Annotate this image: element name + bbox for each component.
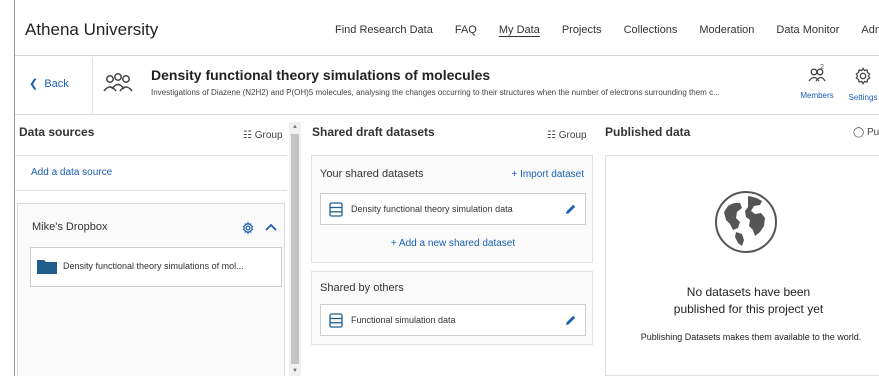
dataset-row[interactable]: Functional simulation data <box>320 304 586 336</box>
divider <box>15 190 287 191</box>
divider <box>15 155 287 156</box>
back-link[interactable]: ❮ Back <box>29 77 69 90</box>
nav-collections[interactable]: Collections <box>624 24 678 36</box>
gear-icon <box>855 67 871 85</box>
source-item[interactable]: Density functional theory simulations of… <box>30 247 282 287</box>
publish-visibility-filter[interactable]: ◯ Publi <box>853 127 879 138</box>
your-shared-datasets-title: Your shared datasets <box>320 168 424 180</box>
app-frame: Athena University Find Research Data FAQ… <box>14 0 879 376</box>
nav-my-data[interactable]: My Data <box>499 24 540 36</box>
shared-by-others-title: Shared by others <box>320 282 404 294</box>
members-button[interactable]: 2 Members <box>797 64 837 100</box>
group-icon: ☷ <box>547 130 556 141</box>
empty-message: No datasets have been published for this… <box>673 285 824 316</box>
database-icon <box>329 313 343 328</box>
settings-button[interactable]: Settings <box>845 67 879 102</box>
brand-logo[interactable]: Athena University <box>25 20 158 40</box>
dataset-row[interactable]: Density functional theory simulation dat… <box>320 193 586 225</box>
chevron-left-icon: ❮ <box>29 78 39 90</box>
gear-icon[interactable] <box>242 222 254 234</box>
project-header: ❮ Back Density functional theory simulat… <box>15 57 879 115</box>
scroll-up-icon[interactable]: ▲ <box>292 124 298 130</box>
visibility-label: Publi <box>866 127 879 138</box>
nav-admin[interactable]: Admin <box>861 24 879 36</box>
nav-find-research-data[interactable]: Find Research Data <box>335 24 433 36</box>
people-group-icon <box>103 73 133 92</box>
your-shared-datasets-panel: Your shared datasets + Import dataset De… <box>311 155 593 263</box>
source-item-label: Density functional theory simulations of… <box>63 261 244 271</box>
shared-drafts-title: Shared draft datasets <box>312 125 435 139</box>
globe-small-icon: ◯ <box>853 127 865 138</box>
settings-label: Settings <box>848 93 878 102</box>
group-label: Group <box>558 130 587 141</box>
dropbox-source-card: Mike's Dropbox Density functional theory… <box>17 203 285 376</box>
members-label: Members <box>800 91 834 100</box>
add-shared-dataset-button[interactable]: + Add a new shared dataset <box>312 238 594 249</box>
group-label: Group <box>254 130 283 141</box>
scrollbar[interactable]: ▲ ▼ <box>289 122 301 376</box>
chevron-up-icon[interactable] <box>265 222 277 232</box>
published-empty-state: No datasets have been published for this… <box>605 155 879 376</box>
shared-drafts-group-filter[interactable]: ☷ Group <box>547 130 587 141</box>
group-icon: ☷ <box>243 130 252 141</box>
nav-projects[interactable]: Projects <box>562 24 602 36</box>
publish-hint: Publishing Datasets makes them available… <box>640 332 862 342</box>
shared-by-others-panel: Shared by others Functional simulation d… <box>311 271 593 345</box>
source-name: Mike's Dropbox <box>32 221 108 233</box>
data-sources-group-filter[interactable]: ☷ Group <box>243 130 283 141</box>
import-dataset-button[interactable]: + Import dataset <box>511 169 584 180</box>
scroll-thumb[interactable] <box>291 134 299 364</box>
globe-icon <box>715 191 777 253</box>
published-data-title: Published data <box>605 125 691 139</box>
project-description: Investigations of Diazene (N2H2) and P(O… <box>151 88 720 97</box>
pencil-icon[interactable] <box>564 314 577 327</box>
database-icon <box>329 202 343 217</box>
data-sources-title: Data sources <box>19 125 95 139</box>
members-count-badge: 2 <box>820 64 824 71</box>
back-label: Back <box>44 78 69 90</box>
nav-data-monitor[interactable]: Data Monitor <box>776 24 839 36</box>
nav-moderation[interactable]: Moderation <box>699 24 754 36</box>
top-navigation: Athena University Find Research Data FAQ… <box>15 0 879 56</box>
add-data-source-link[interactable]: Add a data source <box>31 167 112 178</box>
pencil-icon[interactable] <box>564 203 577 216</box>
dataset-label: Density functional theory simulation dat… <box>351 204 513 214</box>
project-title: Density functional theory simulations of… <box>151 67 491 83</box>
dataset-label: Functional simulation data <box>351 315 456 325</box>
scroll-down-icon[interactable]: ▼ <box>292 368 298 374</box>
folder-icon <box>37 260 57 274</box>
main-nav: Find Research Data FAQ My Data Projects … <box>335 24 879 36</box>
header-divider <box>92 57 93 115</box>
nav-faq[interactable]: FAQ <box>455 24 477 36</box>
